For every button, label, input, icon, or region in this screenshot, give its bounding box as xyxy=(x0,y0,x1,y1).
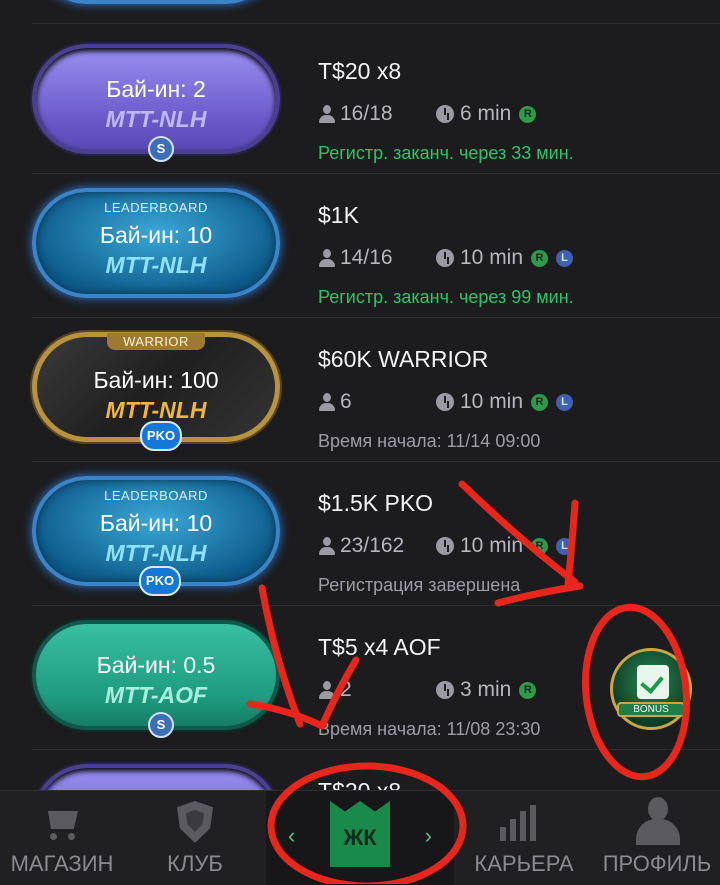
players-count: 2 xyxy=(340,678,352,701)
club-crown-logo-icon xyxy=(330,801,390,867)
tournament-row[interactable]: Бай-ин: 2 MTT-NLH S T$20 x8 16/18 6 min R Регис… xyxy=(32,30,720,174)
shield-icon xyxy=(177,801,213,843)
tab-career[interactable]: КАРЬЕРА xyxy=(462,791,586,885)
players-count: 6 xyxy=(340,390,352,413)
clock-icon xyxy=(436,249,454,267)
rebuy-dot-icon: R xyxy=(531,393,549,411)
tournament-status: Регистр. заканч. через 99 мин. xyxy=(318,287,574,307)
clock-icon xyxy=(436,393,454,411)
buyin-badge[interactable] xyxy=(32,764,280,790)
game-type-label: MTT-NLH xyxy=(105,106,207,132)
tab-home[interactable]: ‹ › xyxy=(266,791,454,885)
tournament-title: $60K WARRIOR xyxy=(318,346,489,372)
buyin-badge[interactable]: LEADERBOARD Бай-ин: 10 MTT-NLH PKO xyxy=(32,476,280,596)
buyin-badge[interactable]: LEADERBOARD Бай-ин: 10 MTT-NLH xyxy=(32,188,280,298)
buyin-label: Бай-ин: 10 xyxy=(99,510,213,536)
duration: 10 min xyxy=(460,390,524,413)
players-count: 16/18 xyxy=(340,102,393,125)
duration: 10 min xyxy=(460,534,524,557)
bottom-tab-bar: МАГАЗИН КЛУБ ‹ › КАРЬЕРА ПРОФИЛЬ xyxy=(0,790,720,885)
person-icon xyxy=(318,536,336,556)
rebuy-dot-icon: R xyxy=(531,249,549,267)
check-icon xyxy=(637,665,669,699)
bar-chart-icon xyxy=(500,805,546,841)
buyin-label: Бай-ин: 100 xyxy=(93,367,219,393)
buyin-label: Бай-ин: 0.5 xyxy=(96,652,216,678)
badge-top-tag: WARRIOR xyxy=(107,333,205,350)
late-reg-dot-icon: L xyxy=(556,393,574,411)
tournament-row[interactable]: LEADERBOARD Бай-ин: 10 MTT-NLH $1K 14/16 10 m… xyxy=(32,174,720,318)
players-count: 23/162 xyxy=(340,534,405,557)
s-chip-icon: S xyxy=(148,136,174,162)
clock-icon xyxy=(436,105,454,123)
tournament-meta: 16/18 6 min R xyxy=(318,102,537,126)
person-icon xyxy=(318,392,336,412)
tab-shop[interactable]: МАГАЗИН xyxy=(0,791,124,885)
tab-club[interactable]: КЛУБ xyxy=(130,791,260,885)
tournament-row[interactable]: WARRIOR Бай-ин: 100 MTT-NLH PKO $60K WARRIOR… xyxy=(32,318,720,462)
tournament-title: $1.5K PKO xyxy=(318,490,434,516)
tab-profile[interactable]: ПРОФИЛЬ xyxy=(594,791,720,885)
clock-icon xyxy=(436,681,454,699)
tournament-meta: 23/162 10 min R L xyxy=(318,534,574,558)
tournament-title: T$5 x4 AOF xyxy=(318,634,441,660)
rebuy-dot-icon: R xyxy=(519,105,537,123)
avatar-icon xyxy=(636,797,680,845)
tab-club-label: КЛУБ xyxy=(167,851,223,876)
duration: 6 min xyxy=(460,102,512,125)
pko-chip-icon: PKO xyxy=(140,421,182,451)
rebuy-dot-icon: R xyxy=(531,537,549,555)
tournament-meta: 14/16 10 min R L xyxy=(318,246,574,270)
players-count: 14/16 xyxy=(340,246,393,269)
buyin-badge xyxy=(32,0,280,4)
tournament-row[interactable]: LEADERBOARD Бай-ин: 10 MTT-NLH PKO $1.5K PKO… xyxy=(32,462,720,606)
tournament-title: T$20 x8 xyxy=(318,58,402,84)
duration: 10 min xyxy=(460,246,524,269)
pko-chip-icon: PKO xyxy=(139,566,181,596)
bonus-label: BONUS xyxy=(617,702,685,717)
tab-career-label: КАРЬЕРА xyxy=(474,851,574,876)
buyin-badge[interactable]: Бай-ин: 0.5 MTT-AOF S xyxy=(32,620,280,738)
tournament-status: Регистр. заканч. через 33 мин. xyxy=(318,143,574,163)
tournament-meta: 2 3 min R xyxy=(318,678,537,702)
buyin-badge[interactable]: WARRIOR Бай-ин: 100 MTT-NLH PKO xyxy=(32,332,280,451)
tournament-row[interactable]: T$20 x8 xyxy=(32,750,720,790)
buyin-badge[interactable]: Бай-ин: 2 MTT-NLH S xyxy=(32,44,280,162)
game-type-label: MTT-NLH xyxy=(105,397,207,423)
tournament-status: Время начала: 11/08 23:30 xyxy=(318,719,541,739)
buyin-label: Бай-ин: 10 xyxy=(99,222,213,248)
cart-icon xyxy=(42,807,82,840)
late-reg-dot-icon: L xyxy=(556,537,574,555)
clock-icon xyxy=(436,537,454,555)
buyin-label: Бай-ин: 2 xyxy=(106,76,206,102)
bonus-icon[interactable]: BONUS xyxy=(610,648,692,730)
tournament-row-partial[interactable] xyxy=(32,0,720,24)
duration: 3 min xyxy=(460,678,512,701)
tournament-title: T$20 x8 xyxy=(318,778,401,790)
late-reg-dot-icon: L xyxy=(556,249,574,267)
game-type-label: MTT-NLH xyxy=(105,540,207,566)
tournament-meta: 6 10 min R L xyxy=(318,390,574,414)
tab-profile-label: ПРОФИЛЬ xyxy=(602,851,712,876)
rebuy-dot-icon: R xyxy=(519,681,537,699)
game-type-label: MTT-AOF xyxy=(104,682,208,708)
s-chip-icon: S xyxy=(148,712,174,738)
chevron-right-icon[interactable]: › xyxy=(425,823,432,849)
person-icon xyxy=(318,680,336,700)
person-icon xyxy=(318,248,336,268)
game-type-label: MTT-NLH xyxy=(105,252,207,278)
tournament-status: Время начала: 11/14 09:00 xyxy=(318,431,541,451)
badge-top-tag: LEADERBOARD xyxy=(104,200,208,215)
badge-top-tag: LEADERBOARD xyxy=(104,488,208,503)
chevron-left-icon[interactable]: ‹ xyxy=(288,823,295,849)
tournament-title: $1K xyxy=(318,202,359,228)
tournament-list: Бай-ин: 2 MTT-NLH S T$20 x8 16/18 6 min R Регис… xyxy=(0,0,720,790)
person-icon xyxy=(318,104,336,124)
tournament-status: Регистрация завершена xyxy=(318,575,521,595)
tab-shop-label: МАГАЗИН xyxy=(10,851,114,876)
